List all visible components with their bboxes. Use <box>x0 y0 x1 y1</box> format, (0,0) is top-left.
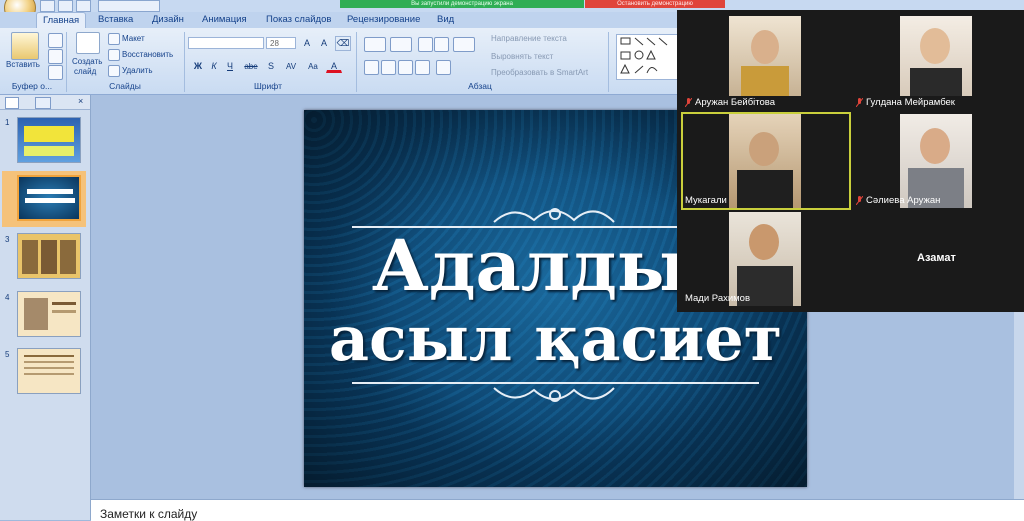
redo-icon[interactable] <box>76 0 91 12</box>
reset-icon <box>108 49 120 61</box>
paragraph-group-label: Абзац <box>468 81 492 91</box>
new-slide-button-line2[interactable]: слайд <box>74 67 96 76</box>
layout-icon <box>108 33 120 45</box>
shapes-gallery-icon <box>620 37 668 74</box>
slide-title-line-2: асыл қасиет <box>328 302 783 375</box>
stop-share-button[interactable]: Остановить демонстрацию <box>585 0 725 8</box>
tab-animation[interactable]: Анимация <box>196 12 253 28</box>
participant-name: Гулдана Мейрамбек <box>866 97 955 108</box>
new-slide-button[interactable]: Создать <box>72 57 102 66</box>
slide-thumbnail-2[interactable] <box>17 175 81 221</box>
muted-mic-icon <box>856 196 863 205</box>
shrink-font-icon[interactable]: A <box>316 36 332 51</box>
layout-button[interactable]: Макет <box>122 34 145 43</box>
font-group-label: Шрифт <box>254 81 282 91</box>
line-spacing-icon[interactable] <box>453 37 475 52</box>
font-name-combo[interactable] <box>188 37 264 49</box>
underline-button[interactable]: Ч <box>222 59 238 74</box>
smartart-button[interactable]: Преобразовать в SmartArt <box>491 68 588 77</box>
bullets-icon[interactable] <box>364 37 386 52</box>
delete-icon <box>108 65 120 77</box>
slide-thumbnail-1[interactable] <box>17 117 81 163</box>
slide-thumbnail-5[interactable] <box>17 348 81 394</box>
slide-number: 5 <box>5 350 10 359</box>
shadow-button[interactable]: S <box>263 59 279 74</box>
slides-tab[interactable] <box>5 97 19 109</box>
participant-video <box>729 16 801 96</box>
participant-video <box>729 114 801 208</box>
slide-number: 1 <box>5 118 10 127</box>
columns-icon[interactable] <box>436 60 451 75</box>
participant-name: Азамат <box>917 252 956 264</box>
ribbon-separator <box>184 32 185 92</box>
align-left-icon[interactable] <box>364 60 379 75</box>
tab-slideshow[interactable]: Показ слайдов <box>260 12 337 28</box>
muted-mic-icon <box>856 98 863 107</box>
increase-indent-icon[interactable] <box>434 37 449 52</box>
participant-name: Мукагали <box>685 195 727 206</box>
paste-icon <box>11 32 39 60</box>
participant-name: Аружан Бейбітова <box>695 97 776 108</box>
screen-share-banner: Вы запустили демонстрацию экрана <box>340 0 584 8</box>
bold-button[interactable]: Ж <box>190 59 206 74</box>
grow-font-icon[interactable]: A <box>299 36 315 51</box>
clipboard-group-label: Буфер о... <box>11 81 53 91</box>
align-center-icon[interactable] <box>381 60 396 75</box>
participant-name: Сәлиева Аружан <box>866 195 941 206</box>
justify-icon[interactable] <box>415 60 430 75</box>
close-pane-icon[interactable]: × <box>78 96 83 106</box>
tab-insert[interactable]: Вставка <box>92 12 139 28</box>
outline-tab[interactable] <box>35 97 51 109</box>
notes-pane[interactable] <box>91 499 1024 521</box>
slide-number: 4 <box>5 293 10 302</box>
align-right-icon[interactable] <box>398 60 413 75</box>
ribbon-separator <box>356 32 357 92</box>
italic-button[interactable]: К <box>206 59 222 74</box>
format-painter-icon[interactable] <box>48 65 63 80</box>
copy-icon[interactable] <box>48 49 63 64</box>
change-case-button[interactable]: Aa <box>303 59 323 74</box>
slide-thumbnail-3[interactable] <box>17 233 81 279</box>
ribbon-separator <box>66 32 67 92</box>
participant-name: Мади Рахимов <box>685 293 751 304</box>
save-icon[interactable] <box>40 0 55 12</box>
tab-home[interactable]: Главная <box>36 12 87 29</box>
strikethrough-button[interactable]: abe <box>240 59 262 74</box>
align-text-button[interactable]: Выровнять текст <box>491 52 553 61</box>
shapes-gallery[interactable] <box>616 34 678 80</box>
participant-video <box>900 114 972 208</box>
cut-icon[interactable] <box>48 33 63 48</box>
new-slide-icon <box>76 32 100 54</box>
decrease-indent-icon[interactable] <box>418 37 433 52</box>
slide-number: 3 <box>5 235 10 244</box>
reset-button[interactable]: Восстановить <box>122 50 173 59</box>
notes-placeholder[interactable]: Заметки к слайду <box>100 507 197 521</box>
muted-mic-icon <box>685 98 692 107</box>
text-direction-button[interactable]: Направление текста <box>491 34 567 43</box>
slides-group-label: Слайды <box>109 81 141 91</box>
clear-format-icon[interactable]: ⌫ <box>335 36 351 51</box>
tab-view[interactable]: Вид <box>431 12 460 28</box>
quick-access-field[interactable] <box>98 0 160 12</box>
undo-icon[interactable] <box>58 0 73 12</box>
slide-thumbnail-4[interactable] <box>17 291 81 337</box>
participant-video <box>729 212 801 306</box>
participant-video <box>900 16 972 96</box>
delete-button[interactable]: Удалить <box>122 66 153 75</box>
paste-button[interactable]: Вставить <box>6 60 40 69</box>
font-size-combo[interactable]: 28 <box>266 37 296 49</box>
tab-review[interactable]: Рецензирование <box>341 12 426 28</box>
ribbon-separator <box>608 32 609 92</box>
char-spacing-button[interactable]: AV <box>280 59 302 74</box>
font-color-button[interactable]: A <box>326 59 342 73</box>
numbering-icon[interactable] <box>390 37 412 52</box>
tab-design[interactable]: Дизайн <box>146 12 190 28</box>
